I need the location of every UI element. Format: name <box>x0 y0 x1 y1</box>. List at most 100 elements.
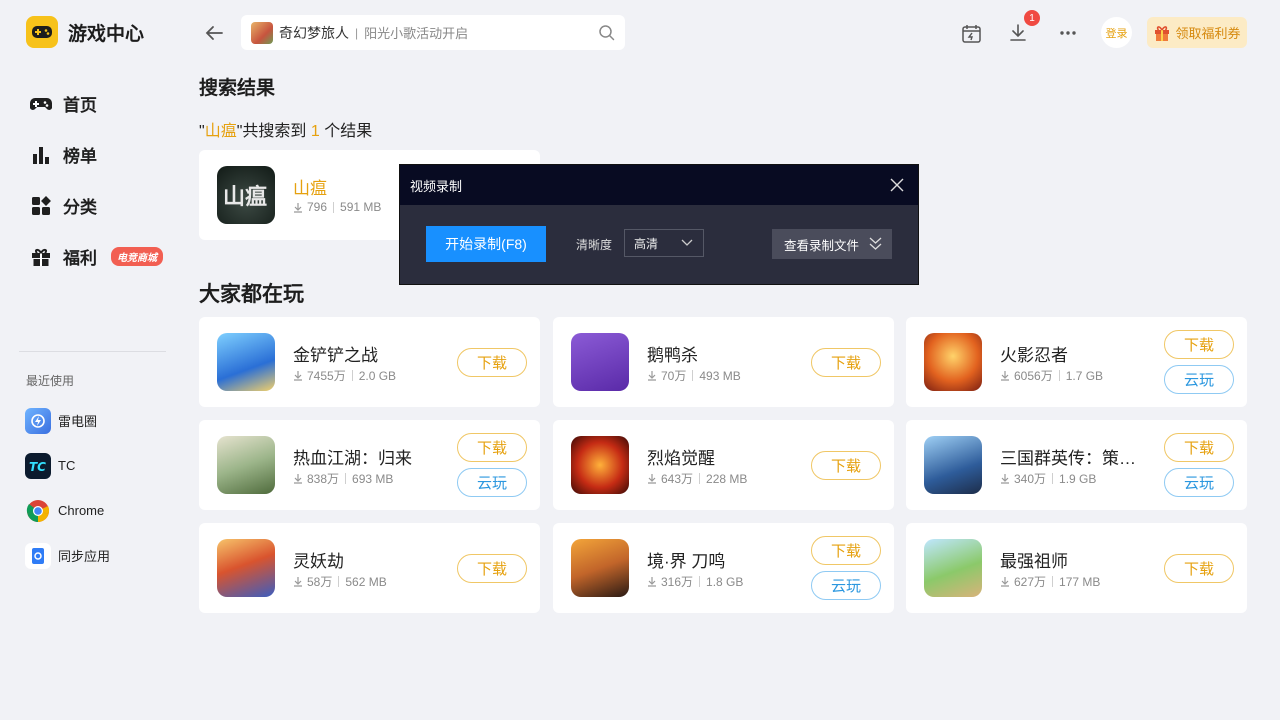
sidebar-item-home[interactable]: 首页 <box>28 78 163 129</box>
game-meta: 58万 562 MB <box>293 573 387 590</box>
meta-divider <box>338 576 340 587</box>
game-card[interactable]: 烈焰觉醒 643万 228 MB 下载 <box>553 420 894 510</box>
recent-item-label: Chrome <box>58 503 105 518</box>
game-card[interactable]: 鹅鸭杀 70万 493 MB 下载 <box>553 317 894 407</box>
download-button[interactable]: 下载 <box>811 451 881 480</box>
cloud-play-button[interactable]: 云玩 <box>1164 365 1234 394</box>
cloud-play-button[interactable]: 云玩 <box>811 571 881 600</box>
game-size: 2.0 GB <box>358 368 397 383</box>
sidebar-item-category[interactable]: 分类 <box>28 180 163 231</box>
dialog-header: 视频录制 <box>400 165 918 205</box>
download-button[interactable]: 下载 <box>457 348 527 377</box>
more-icon[interactable] <box>1056 21 1080 45</box>
download-count: 70万 <box>661 369 687 383</box>
result-count: 1 <box>310 123 320 140</box>
game-meta: 316万 1.8 GB <box>647 573 743 590</box>
meta-divider <box>333 201 335 213</box>
download-button[interactable]: 下载 <box>1164 330 1234 359</box>
close-icon[interactable] <box>889 177 905 193</box>
download-button[interactable]: 下载 <box>1164 433 1234 462</box>
app-title: 游戏中心 <box>68 23 145 45</box>
calendar-icon[interactable] <box>959 21 983 45</box>
cloud-play-button[interactable]: 云玩 <box>457 468 527 497</box>
game-meta: 643万 228 MB <box>647 470 747 487</box>
sidebar-item-label: 福利 <box>63 249 97 268</box>
svg-text:TC: TC <box>29 460 46 474</box>
download-count: 58万 <box>307 575 333 589</box>
claim-coupon-button[interactable]: 领取福利券 <box>1147 17 1247 48</box>
game-thumbnail <box>217 436 275 494</box>
search-summary: "山瘟"共搜索到 1 个结果 <box>199 117 372 141</box>
download-button[interactable]: 下载 <box>811 348 881 377</box>
quality-select[interactable]: 高清 <box>624 229 704 257</box>
gift-icon <box>28 244 53 269</box>
popular-heading: 大家都在玩 <box>199 283 304 306</box>
game-name: 烈焰觉醒 <box>647 449 715 468</box>
meta-divider <box>345 473 347 484</box>
game-size: 562 MB <box>345 574 387 589</box>
double-chevron-down-icon <box>869 237 882 250</box>
back-arrow-icon[interactable] <box>203 22 225 44</box>
game-meta: 838万 693 MB <box>293 470 393 487</box>
recent-item-chrome[interactable]: Chrome <box>25 488 110 533</box>
download-button[interactable]: 下载 <box>811 536 881 565</box>
game-card[interactable]: 灵妖劫 58万 562 MB 下载 <box>199 523 540 613</box>
download-small-icon <box>294 577 302 587</box>
recent-item-label: 雷电圈 <box>58 414 98 429</box>
download-small-icon <box>648 474 656 484</box>
recent-item-leidian[interactable]: 雷电圈 <box>25 398 110 443</box>
summary-suffix: 个结果 <box>319 123 373 140</box>
chrome-icon <box>25 498 51 524</box>
esports-shop-badge: 电竞商城 <box>111 247 163 266</box>
download-small-icon <box>294 371 302 381</box>
sidebar-item-label: 首页 <box>63 96 97 115</box>
game-card[interactable]: 金铲铲之战 7455万 2.0 GB 下载 <box>199 317 540 407</box>
game-thumbnail <box>924 333 982 391</box>
start-recording-button[interactable]: 开始录制(F8) <box>426 226 546 262</box>
meta-divider <box>351 370 353 381</box>
dialog-title: 视频录制 <box>410 178 463 194</box>
login-button[interactable]: 登录 <box>1101 17 1132 48</box>
game-card[interactable]: 三国群英传：策定九州 340万 1.9 GB 下载云玩 <box>906 420 1247 510</box>
download-small-icon <box>648 577 656 587</box>
download-count: 7455万 <box>307 369 346 383</box>
game-card[interactable]: 境·界 刀鸣 316万 1.8 GB 下载 云玩 <box>553 523 894 613</box>
game-meta: 7455万 2.0 GB <box>293 367 396 384</box>
game-card[interactable]: 热血江湖：归来 838万 693 MB 下载 云玩 <box>199 420 540 510</box>
search-input[interactable]: 奇幻梦旅人 | 阳光小歌活动开启 <box>241 15 625 50</box>
game-name: 山瘟 <box>293 179 327 198</box>
download-button[interactable]: 下载 <box>457 433 527 462</box>
recent-item-sync-app[interactable]: 同步应用 <box>25 533 110 578</box>
game-size: 1.9 GB <box>1059 471 1097 486</box>
search-icon[interactable] <box>598 24 615 41</box>
recent-list: 雷电圈 TC TC Chrome 同步应用 <box>25 398 110 578</box>
game-card[interactable]: 最强祖师 627万 177 MB 下载 <box>906 523 1247 613</box>
search-keyword: 山瘟 <box>204 123 237 140</box>
app-logo: 游戏中心 <box>26 16 144 48</box>
game-card[interactable]: 火影忍者 6056万 1.7 GB 下载 云玩 <box>906 317 1247 407</box>
category-icon <box>28 193 53 218</box>
game-size: 228 MB <box>706 471 748 486</box>
view-recordings-button[interactable]: 查看录制文件 <box>772 229 892 259</box>
game-meta: 340万 1.9 GB <box>1000 470 1096 487</box>
game-thumbnail <box>571 539 629 597</box>
sidebar-item-welfare[interactable]: 福利 电竞商城 <box>28 231 163 282</box>
game-size: 591 MB <box>340 200 382 214</box>
download-icon[interactable] <box>1006 21 1030 45</box>
cloud-play-button[interactable]: 云玩 <box>1164 468 1234 497</box>
chevron-down-icon <box>681 239 693 246</box>
download-small-icon <box>1001 577 1009 587</box>
recent-item-label: TC <box>58 458 76 473</box>
coupon-gift-icon <box>1153 24 1171 42</box>
tc-icon: TC <box>25 452 51 479</box>
download-count: 838万 <box>307 472 340 486</box>
gamepad-icon <box>28 91 53 116</box>
download-button[interactable]: 下载 <box>1164 554 1234 583</box>
game-size: 493 MB <box>699 368 741 383</box>
meta-divider <box>699 473 701 484</box>
sidebar-item-ranking[interactable]: 榜单 <box>28 129 163 180</box>
game-name: 鹅鸭杀 <box>647 346 698 365</box>
recent-item-tc[interactable]: TC TC <box>25 443 110 488</box>
download-button[interactable]: 下载 <box>457 554 527 583</box>
download-count: 6056万 <box>1014 369 1053 383</box>
